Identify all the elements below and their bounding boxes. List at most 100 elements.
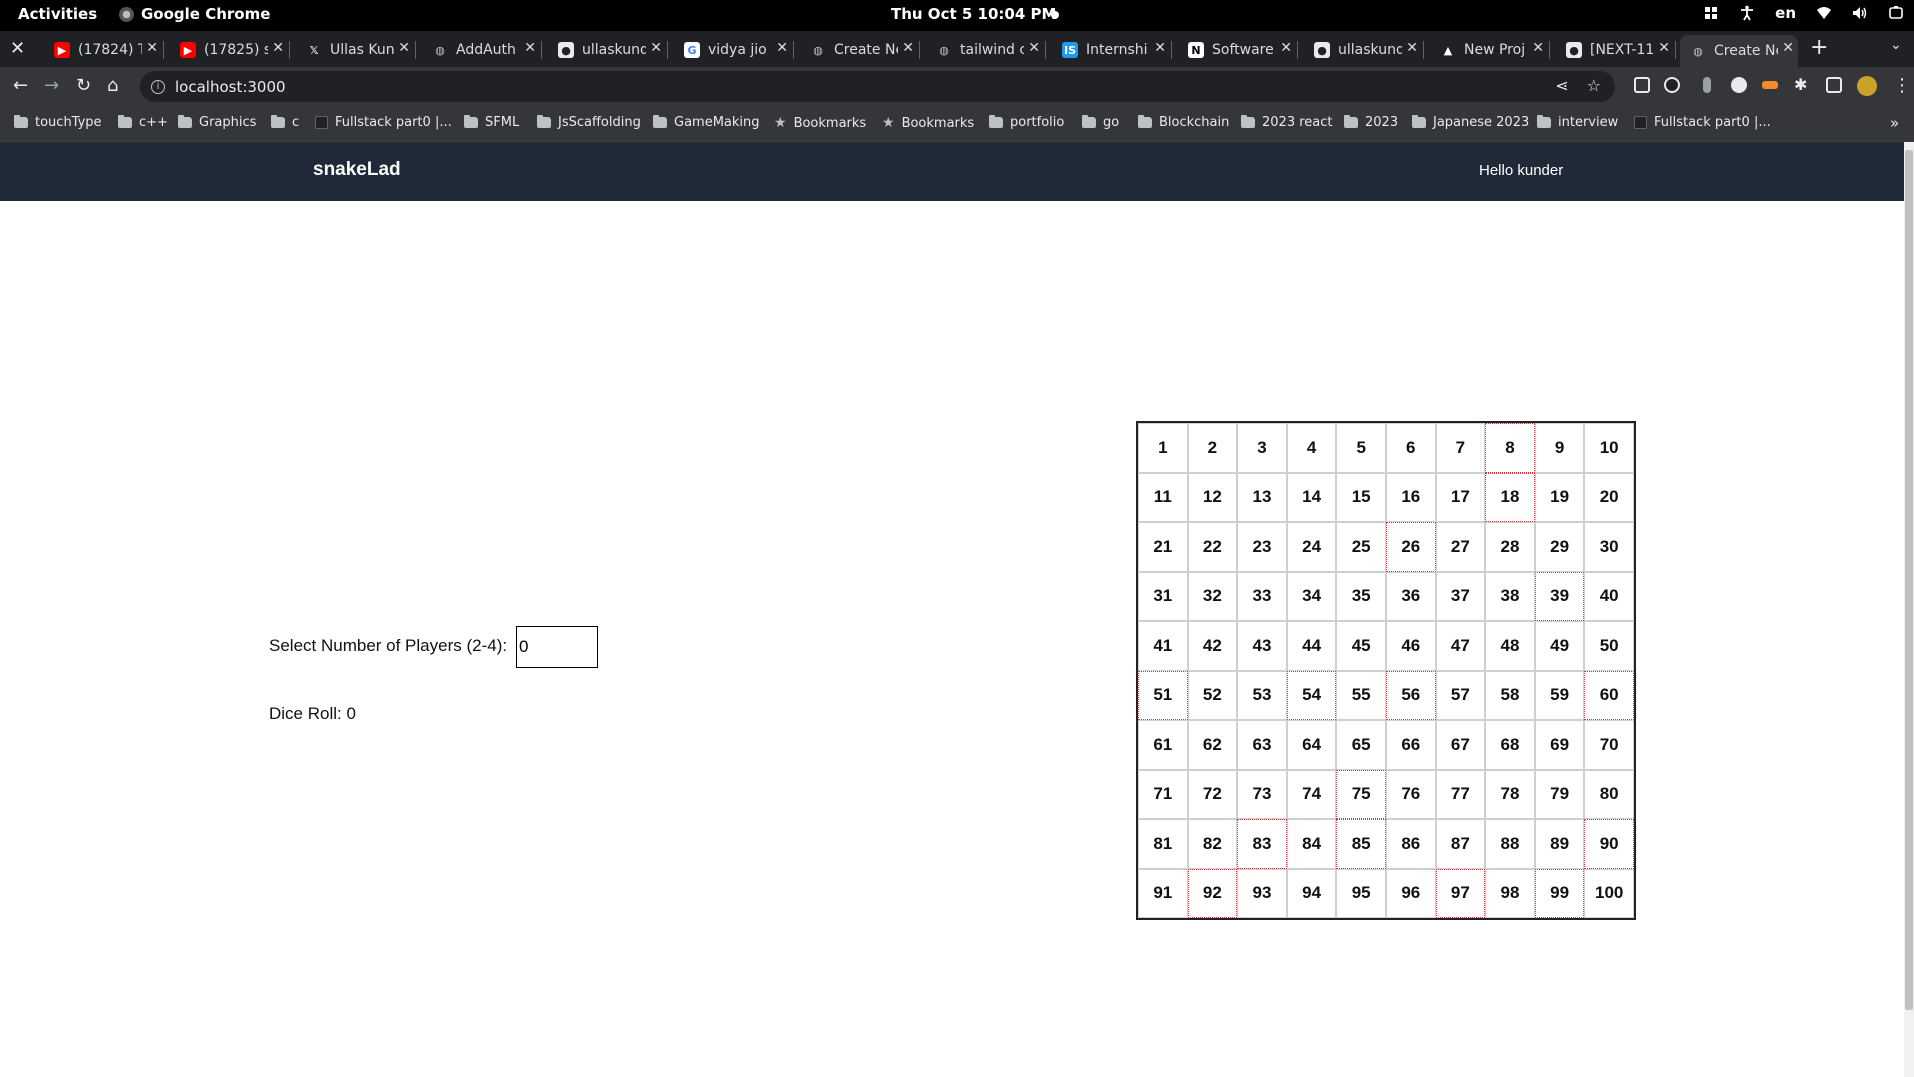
home-button[interactable]: ⌂	[107, 75, 118, 96]
board-cell: 25	[1336, 522, 1386, 572]
tab-close-icon[interactable]: ✕	[1782, 40, 1794, 56]
bookmark-folder[interactable]: SFML	[464, 115, 519, 130]
tab[interactable]: ◍ tailwind c ✕	[926, 35, 1046, 65]
url-text[interactable]: localhost:3000	[175, 78, 286, 96]
bookmark-folder[interactable]: interview	[1537, 115, 1618, 130]
extension-icon[interactable]	[1731, 77, 1747, 93]
new-tab-button[interactable]: +	[1810, 35, 1828, 60]
bookmark-folder[interactable]: Japanese 2023	[1412, 115, 1529, 130]
tab[interactable]: ▲ New Proj ✕	[1430, 35, 1550, 65]
bookmark-folder[interactable]: JsScaffolding	[537, 115, 641, 130]
workspace-grid-icon[interactable]	[1703, 5, 1719, 21]
tab-close-icon[interactable]: ✕	[902, 40, 914, 56]
bookmark-item[interactable]: ★ Bookmarks	[882, 115, 974, 131]
bookmark-folder[interactable]: portfolio	[989, 115, 1064, 130]
bookmark-folder[interactable]: touchType	[14, 115, 102, 130]
scrollbar-thumb[interactable]	[1905, 150, 1913, 1010]
clock[interactable]: Thu Oct 5 10:04 PM	[891, 5, 1056, 23]
tab-close-icon[interactable]: ✕	[398, 40, 410, 56]
bookmark-folder[interactable]: c++	[118, 115, 168, 130]
extension-icon[interactable]	[1664, 77, 1680, 93]
chrome-menu-icon[interactable]: ⋮	[1893, 75, 1911, 96]
bookmark-folder[interactable]: 2023 react	[1241, 115, 1332, 130]
tab-close-icon[interactable]: ✕	[524, 40, 536, 56]
tab-manager-extension-icon[interactable]	[1634, 77, 1650, 93]
bookmark-folder[interactable]: 2023	[1344, 115, 1398, 130]
reload-button[interactable]: ↻	[76, 75, 91, 96]
tab[interactable]: 𝕏 Ullas Kun ✕	[296, 35, 416, 65]
page-scrollbar[interactable]	[1904, 142, 1914, 1077]
board-cell: 89	[1534, 819, 1585, 869]
tab[interactable]: ◍ AddAuth ✕	[422, 35, 542, 65]
board-cell: 6	[1385, 423, 1436, 473]
extension-icon[interactable]	[1762, 81, 1778, 89]
bookmark-folder[interactable]: c	[271, 115, 299, 130]
tab[interactable]: ● ullaskund ✕	[548, 35, 668, 65]
tab-separator	[1423, 41, 1424, 59]
puzzle-extensions-icon[interactable]: ✱	[1794, 75, 1810, 94]
forward-button[interactable]: →	[44, 75, 59, 96]
tab[interactable]: ◍ Create Ne ✕	[800, 35, 920, 65]
app-brand[interactable]: snakeLad	[313, 159, 401, 181]
tab[interactable]: IS Internshi ✕	[1052, 35, 1172, 65]
bookmark-folder[interactable]: Graphics	[178, 115, 256, 130]
bookmark-folder[interactable]: go	[1082, 115, 1119, 130]
tab-title: [NEXT-11	[1590, 42, 1654, 58]
battery-icon[interactable]	[1888, 5, 1904, 21]
tab[interactable]: ▶ (17824) Ti✕	[44, 35, 164, 65]
tab-close-icon[interactable]: ✕	[1532, 40, 1544, 56]
back-button[interactable]: ←	[13, 75, 28, 96]
tab-close-icon[interactable]: ✕	[272, 40, 284, 56]
github-icon: ●	[1566, 42, 1582, 58]
tab-close-icon[interactable]: ✕	[1406, 40, 1418, 56]
address-bar[interactable]: i localhost:3000 ⋖ ☆	[140, 71, 1615, 102]
tab[interactable]: ▶ (17825) sr✕	[170, 35, 290, 65]
window-close-icon[interactable]: ✕	[10, 38, 25, 59]
tab-search-chevron-icon[interactable]: ⌄	[1890, 37, 1902, 53]
board-cell: 81	[1138, 819, 1188, 869]
board-cell: 78	[1485, 769, 1535, 819]
system-tray[interactable]: en	[1703, 4, 1904, 22]
more-bookmarks-icon[interactable]: »	[1890, 114, 1899, 132]
tab-close-icon[interactable]: ✕	[1658, 40, 1670, 56]
tab[interactable]: ● [NEXT-11 ✕	[1556, 35, 1676, 65]
folder-icon	[464, 115, 478, 128]
bookmark-folder[interactable]: Blockchain	[1138, 115, 1229, 130]
page-icon	[1634, 116, 1647, 129]
volume-icon[interactable]	[1852, 5, 1868, 21]
tab[interactable]: Gvidya jio l ✕	[674, 35, 794, 65]
tab-title: AddAuth	[456, 42, 516, 58]
wifi-icon[interactable]	[1816, 5, 1832, 21]
bookmark-item[interactable]: Fullstack part0 |...	[315, 115, 452, 130]
profile-avatar[interactable]	[1857, 76, 1877, 96]
tab-close-icon[interactable]: ✕	[1028, 40, 1040, 56]
tab[interactable]: ● ullaskund ✕	[1304, 35, 1424, 65]
extension-icon[interactable]	[1703, 77, 1711, 93]
board-cell: 14	[1286, 472, 1337, 522]
accessibility-icon[interactable]	[1739, 5, 1755, 21]
bookmark-star-icon[interactable]: ☆	[1587, 76, 1601, 95]
youtube-icon: ▶	[54, 42, 70, 58]
side-panel-icon[interactable]	[1826, 77, 1842, 93]
bookmark-item[interactable]: ★ Bookmarks	[774, 115, 866, 131]
tab[interactable]: ◍ Create Ne ✕	[1680, 35, 1798, 67]
board-cell: 97	[1435, 868, 1486, 918]
players-input[interactable]	[516, 626, 598, 668]
bookmark-item[interactable]: Fullstack part0 |...	[1634, 115, 1771, 130]
board-cell: 20	[1584, 472, 1634, 522]
tab-close-icon[interactable]: ✕	[1154, 40, 1166, 56]
board-cell: 11	[1138, 472, 1188, 522]
bookmark-folder[interactable]: GameMaking	[653, 115, 760, 130]
tab-close-icon[interactable]: ✕	[146, 40, 158, 56]
app-menu[interactable]: Google Chrome	[119, 5, 270, 23]
tab-close-icon[interactable]: ✕	[650, 40, 662, 56]
tab-close-icon[interactable]: ✕	[1280, 40, 1292, 56]
share-icon[interactable]: ⋖	[1555, 76, 1568, 95]
tab-close-icon[interactable]: ✕	[776, 40, 788, 56]
board-cell: 67	[1435, 720, 1486, 770]
tab[interactable]: N Software ✕	[1178, 35, 1298, 65]
site-info-icon[interactable]: i	[151, 79, 165, 94]
activities-button[interactable]: Activities	[18, 5, 97, 23]
language-indicator[interactable]: en	[1775, 4, 1796, 22]
folder-icon	[1537, 115, 1551, 128]
